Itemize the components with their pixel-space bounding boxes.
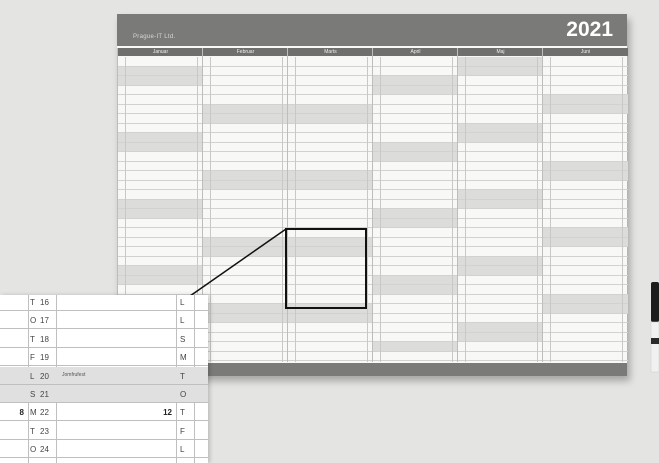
next-month-weekday: O xyxy=(180,390,187,399)
day-number: 24 xyxy=(40,445,49,455)
day-number: 20 xyxy=(40,371,49,381)
weekday-letter: T xyxy=(30,426,35,436)
zoom-day-row: O 17 L xyxy=(0,311,208,330)
day-number: 22 xyxy=(40,408,49,418)
weekday-letter: L xyxy=(30,371,35,381)
next-month-weekday: L xyxy=(180,445,185,455)
day-number: 23 xyxy=(40,426,49,436)
day-note: Jomfrufest xyxy=(62,371,86,378)
zoom-day-row: T25 xyxy=(0,459,208,463)
zoom-day-row: T 18 S xyxy=(0,330,208,348)
next-month-weekday: L xyxy=(180,316,185,326)
zoom-day-row: L 20 Jomfrufest T xyxy=(0,366,208,385)
next-month-weekday: M xyxy=(180,353,187,363)
zoom-day-row: T 23 F xyxy=(0,422,208,440)
weekday-letter: S xyxy=(30,390,36,399)
zoom-day-row: S 21 O xyxy=(0,385,208,403)
next-month-weekday: T xyxy=(180,371,185,381)
next-month-weekday: T xyxy=(180,408,185,418)
day-number: 19 xyxy=(40,353,49,363)
day-number: 17 xyxy=(40,316,49,326)
zoom-day-row: F 19 M xyxy=(0,348,208,367)
zoom-day-row: O 24 L xyxy=(0,440,208,459)
weekday-letter: O xyxy=(30,316,37,326)
next-month-weekday: L xyxy=(180,298,185,307)
weekday-letter: F xyxy=(30,353,35,363)
weekday-letter: T xyxy=(30,334,35,344)
week-number-right: 12 xyxy=(163,408,172,418)
next-month-weekday: F xyxy=(180,426,185,436)
day-number: 18 xyxy=(40,334,49,344)
zoom-day-row: T 16 L xyxy=(0,295,208,311)
marker-pen-icon xyxy=(650,282,659,373)
day-number: 21 xyxy=(40,390,49,399)
next-month-weekday: S xyxy=(180,334,186,344)
weekday-letter: M xyxy=(30,408,37,418)
zoomed-calendar-detail: T 16 L O 17 L T 18 S F 19 M L 20 Jomfrufest T S 21 O 8 M 22 12… xyxy=(0,295,208,463)
week-number: 8 xyxy=(19,408,24,418)
zoom-day-row: 8 M 22 12 T xyxy=(0,403,208,422)
weekday-letter: O xyxy=(30,445,37,455)
day-number: 16 xyxy=(40,298,49,307)
weekday-letter: T xyxy=(30,298,35,307)
